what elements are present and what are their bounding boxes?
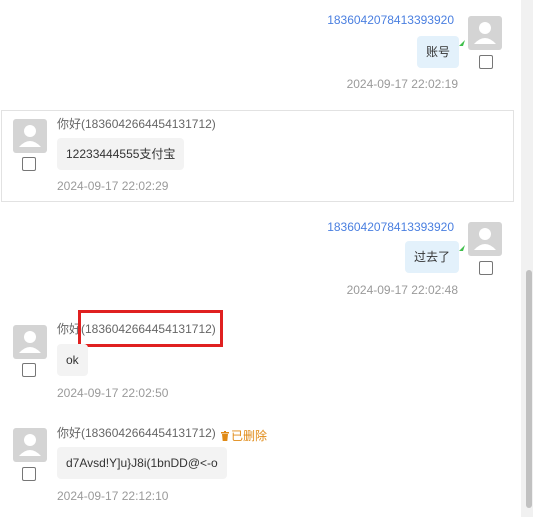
message-timestamp: 2024-09-17 22:12:10	[57, 489, 169, 503]
message-checkbox[interactable]	[479, 261, 493, 275]
sender-name: 你好(1836042664454131712)	[57, 426, 216, 440]
highlight-box	[78, 310, 223, 347]
trash-icon	[221, 431, 229, 441]
message-bubble[interactable]: 账号	[416, 36, 459, 68]
sender-name: 你好(1836042664454131712)	[57, 117, 216, 131]
message-timestamp: 2024-09-17 22:02:48	[346, 283, 458, 297]
message-timestamp: 2024-09-17 22:02:50	[57, 386, 169, 400]
message-checkbox[interactable]	[22, 157, 36, 171]
message-timestamp: 2024-09-17 22:02:29	[57, 179, 169, 193]
message-bubble[interactable]: ok	[57, 344, 88, 376]
avatar[interactable]	[468, 222, 502, 256]
bubble-tail	[459, 40, 465, 46]
message-bubble[interactable]: 过去了	[404, 241, 459, 273]
deleted-status: 已删除	[221, 429, 267, 443]
message-bubble[interactable]: 12233444555支付宝	[57, 138, 185, 170]
bubble-tail	[459, 245, 465, 251]
sender-name: 1836042078413393920	[327, 220, 454, 234]
scrollbar-thumb[interactable]	[526, 270, 532, 508]
avatar[interactable]	[13, 325, 47, 359]
chat-panel: 1836042078413393920 账号 2024-09-17 22:02:…	[0, 0, 533, 517]
message-checkbox[interactable]	[479, 55, 493, 69]
avatar[interactable]	[468, 16, 502, 50]
deleted-label: 已删除	[231, 429, 268, 443]
avatar[interactable]	[13, 428, 47, 462]
avatar[interactable]	[13, 119, 47, 153]
message-timestamp: 2024-09-17 22:02:19	[346, 77, 458, 91]
sender-name: 1836042078413393920	[327, 13, 454, 27]
message-bubble[interactable]: d7Avsd!Y]u}J8i(1bnDD@<-o	[57, 447, 227, 479]
message-checkbox[interactable]	[22, 467, 36, 481]
message-checkbox[interactable]	[22, 363, 36, 377]
